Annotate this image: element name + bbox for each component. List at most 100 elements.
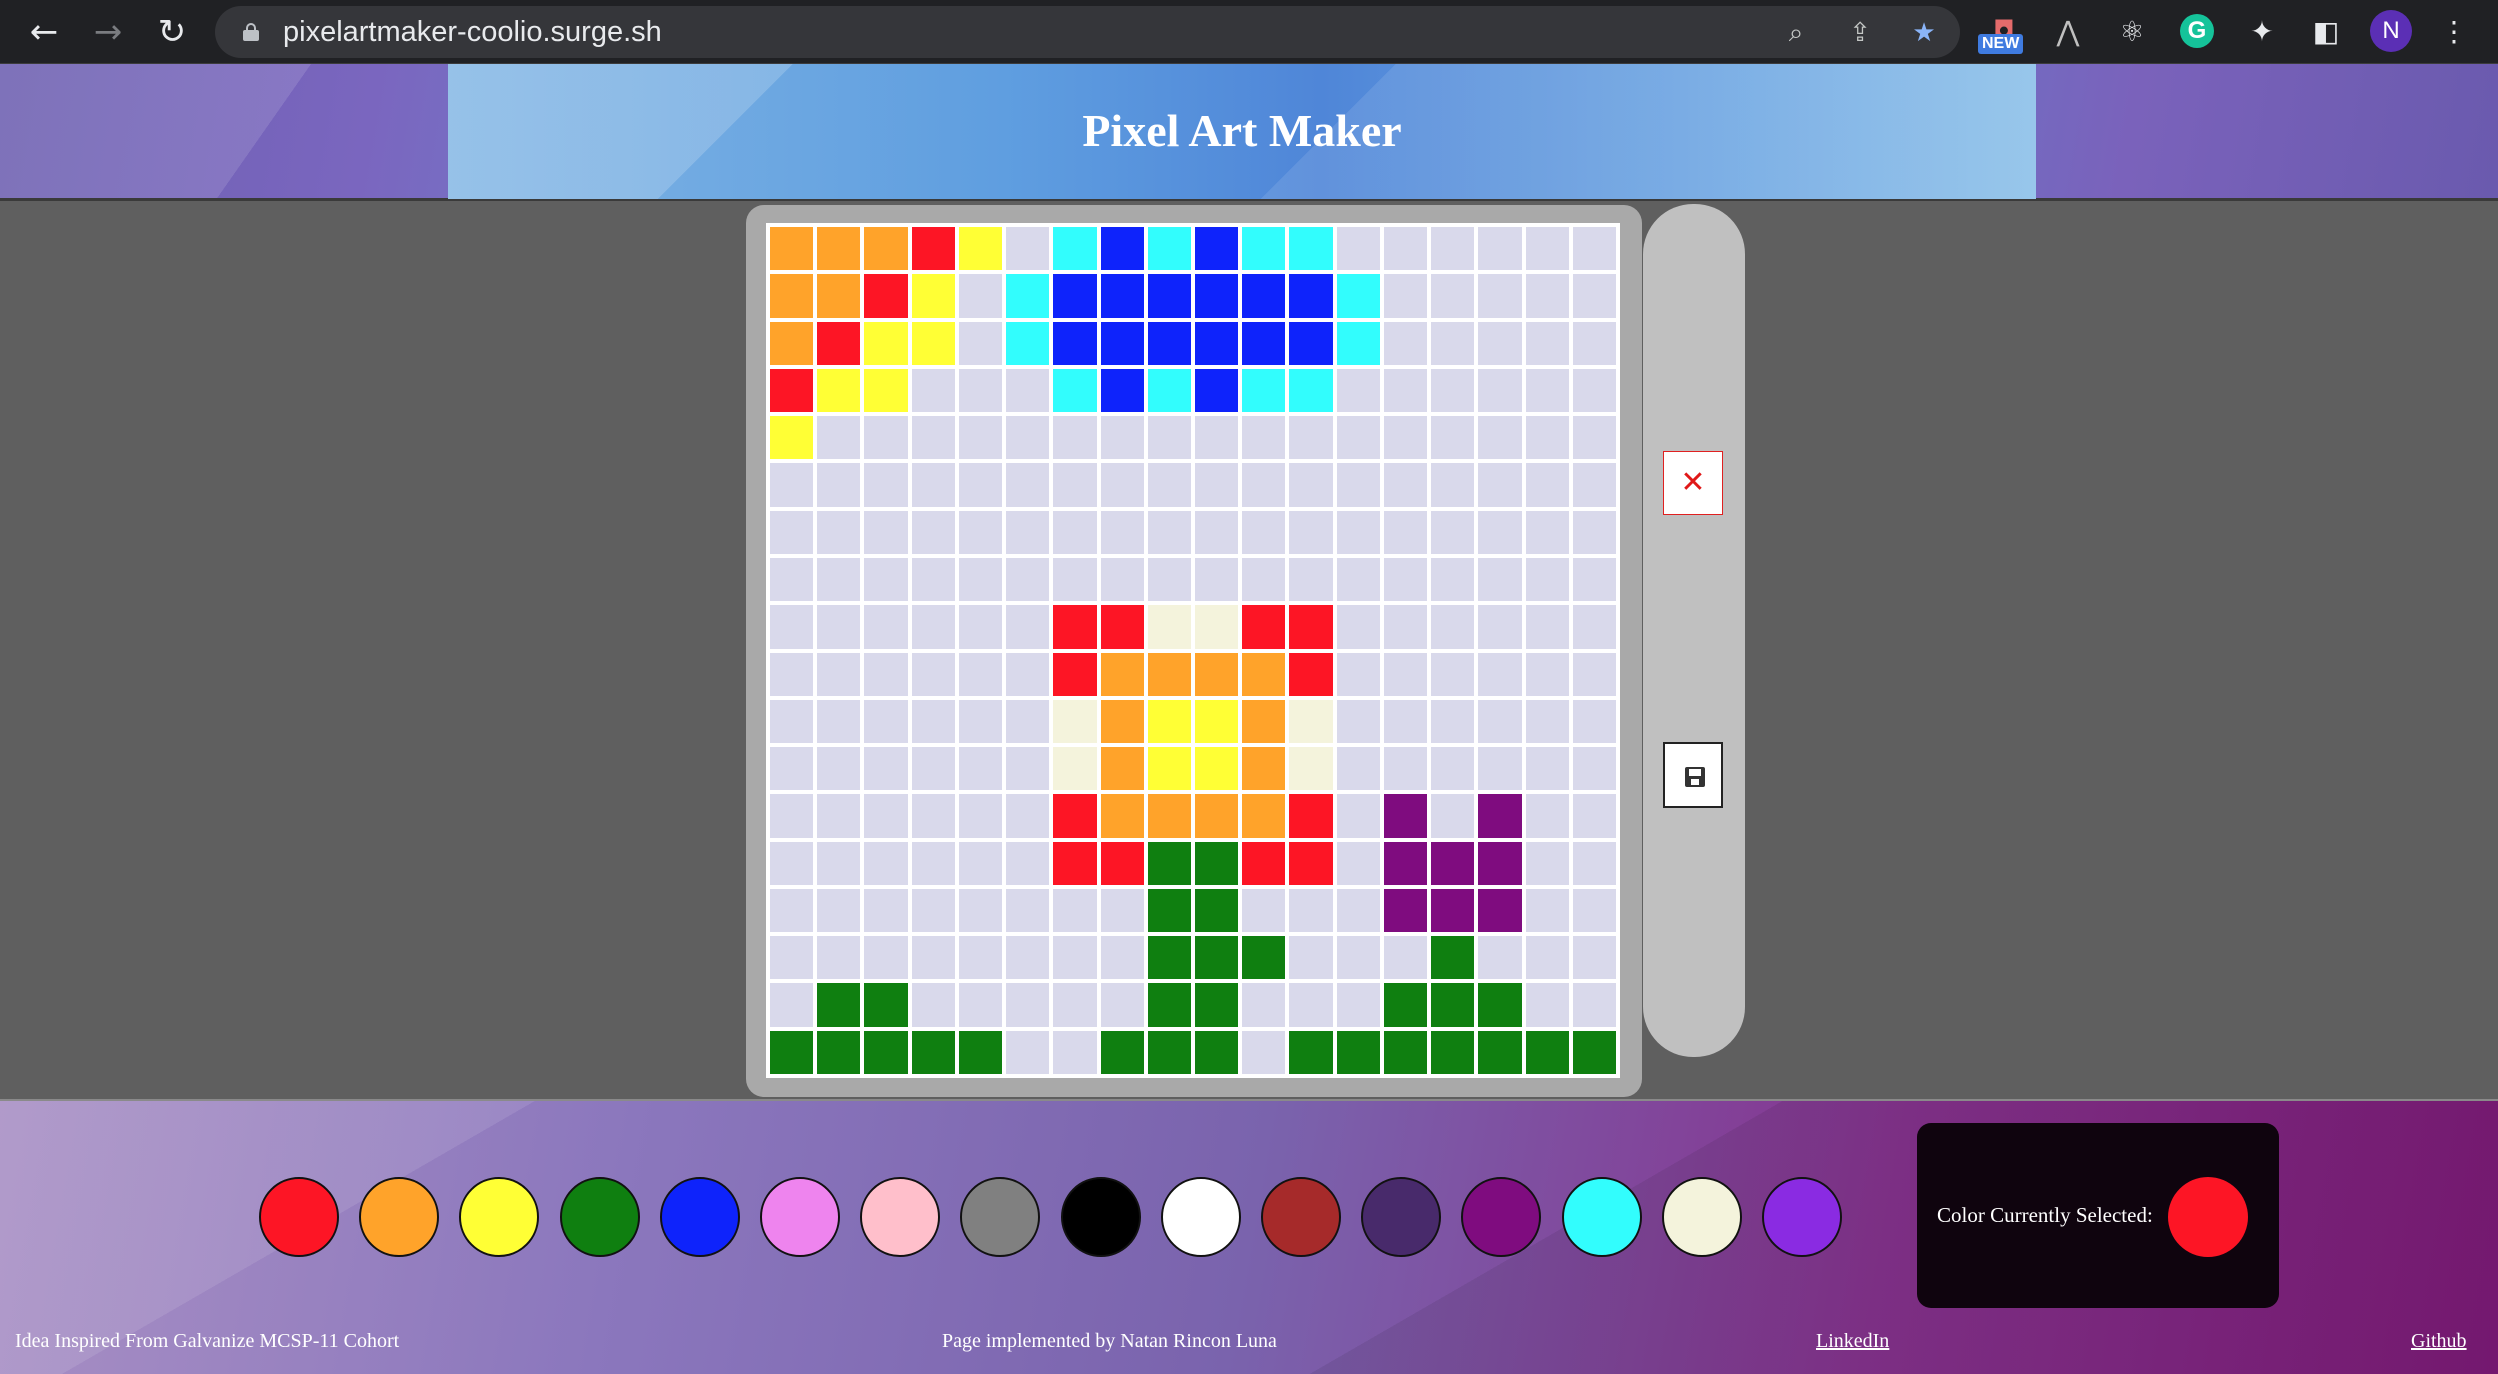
pixel-cell[interactable] [1100,368,1144,413]
pixel-cell[interactable] [911,510,955,554]
color-swatch[interactable] [259,1177,339,1257]
pixel-cell[interactable] [1478,605,1522,649]
pixel-cell[interactable] [911,227,955,271]
pixel-cell[interactable] [958,747,1003,791]
pixel-cell[interactable] [1572,557,1616,602]
pixel-cell[interactable] [958,227,1003,271]
pixel-cell[interactable] [1336,368,1380,413]
pixel-cell[interactable] [1525,652,1569,696]
pixel-cell[interactable] [1053,794,1097,838]
pixel-cell[interactable] [1478,699,1522,744]
pixel-cell[interactable] [1478,983,1522,1027]
pixel-cell[interactable] [1289,841,1333,885]
pixel-cell[interactable] [958,368,1003,413]
pixel-cell[interactable] [958,274,1003,318]
pixel-cell[interactable] [864,983,908,1027]
pixel-cell[interactable] [1100,605,1144,649]
pixel-cell[interactable] [958,1030,1003,1074]
color-swatch[interactable] [1161,1177,1241,1257]
pixel-cell[interactable] [1383,652,1428,696]
pixel-cell[interactable] [770,794,814,838]
pixel-cell[interactable] [1006,510,1050,554]
pixel-cell[interactable] [864,888,908,933]
pixel-cell[interactable] [1006,841,1050,885]
pixel-cell[interactable] [1431,747,1475,791]
pixel-cell[interactable] [770,841,814,885]
pixel-cell[interactable] [1525,274,1569,318]
pixel-cell[interactable] [817,936,861,980]
pixel-cell[interactable] [1383,841,1428,885]
pixel-cell[interactable] [1478,841,1522,885]
pixel-cell[interactable] [1383,605,1428,649]
pixel-cell[interactable] [1053,841,1097,885]
pixel-cell[interactable] [817,983,861,1027]
pixel-cell[interactable] [1053,227,1097,271]
pixel-cell[interactable] [864,1030,908,1074]
pixel-cell[interactable] [1100,463,1144,507]
pixel-cell[interactable] [958,983,1003,1027]
pixel-cell[interactable] [1383,321,1428,365]
pixel-cell[interactable] [1525,983,1569,1027]
pixel-cell[interactable] [958,463,1003,507]
pixel-cell[interactable] [958,416,1003,460]
pixel-cell[interactable] [1100,274,1144,318]
pixel-cell[interactable] [1242,747,1286,791]
pixel-cell[interactable] [1006,1030,1050,1074]
pixel-cell[interactable] [911,747,955,791]
pixel-cell[interactable] [1147,841,1191,885]
pixel-cell[interactable] [1289,510,1333,554]
pixel-cell[interactable] [1147,510,1191,554]
pixel-cell[interactable] [1383,699,1428,744]
pixel-cell[interactable] [1336,605,1380,649]
color-swatch[interactable] [459,1177,539,1257]
pixel-cell[interactable] [1478,510,1522,554]
pixel-cell[interactable] [770,274,814,318]
pixel-cell[interactable] [1100,794,1144,838]
pixel-cell[interactable] [1006,652,1050,696]
pixel-cell[interactable] [1383,416,1428,460]
pixel-cell[interactable] [1525,605,1569,649]
pixel-cell[interactable] [1478,368,1522,413]
pixel-cell[interactable] [1478,936,1522,980]
pixel-cell[interactable] [770,1030,814,1074]
pixel-cell[interactable] [1478,1030,1522,1074]
pixel-cell[interactable] [864,416,908,460]
pixel-cell[interactable] [1572,652,1616,696]
pixel-cell[interactable] [1147,321,1191,365]
pixel-cell[interactable] [1525,368,1569,413]
pixel-cell[interactable] [864,936,908,980]
pixel-cell[interactable] [1100,652,1144,696]
pixel-cell[interactable] [1242,227,1286,271]
color-swatch[interactable] [1762,1177,1842,1257]
pixel-cell[interactable] [1525,416,1569,460]
pixel-cell[interactable] [1100,1030,1144,1074]
pixel-cell[interactable] [958,557,1003,602]
pixel-cell[interactable] [1289,368,1333,413]
pixel-cell[interactable] [817,652,861,696]
pixel-cell[interactable] [1289,1030,1333,1074]
pixel-cell[interactable] [864,368,908,413]
pixel-cell[interactable] [817,510,861,554]
pixel-cell[interactable] [1194,227,1239,271]
pixel-cell[interactable] [958,699,1003,744]
pixel-cell[interactable] [1289,321,1333,365]
pixel-cell[interactable] [817,605,861,649]
pixel-cell[interactable] [1006,794,1050,838]
pixel-cell[interactable] [958,605,1003,649]
pixel-cell[interactable] [1572,841,1616,885]
address-bar[interactable]: pixelartmaker-coolio.surge.sh ⌕ ⇪ ★ [215,6,1960,58]
pixel-cell[interactable] [770,368,814,413]
pixel-cell[interactable] [1053,368,1097,413]
clear-button[interactable]: ✕ [1663,451,1723,515]
pixel-cell[interactable] [1242,321,1286,365]
pixel-cell[interactable] [770,321,814,365]
pixel-cell[interactable] [1478,652,1522,696]
pixel-cell[interactable] [1431,321,1475,365]
pixel-cell[interactable] [1147,936,1191,980]
pixel-cell[interactable] [1336,557,1380,602]
pixel-cell[interactable] [1336,463,1380,507]
pixel-cell[interactable] [1336,888,1380,933]
pixel-cell[interactable] [1147,747,1191,791]
pixel-cell[interactable] [1006,747,1050,791]
pixel-cell[interactable] [1289,463,1333,507]
